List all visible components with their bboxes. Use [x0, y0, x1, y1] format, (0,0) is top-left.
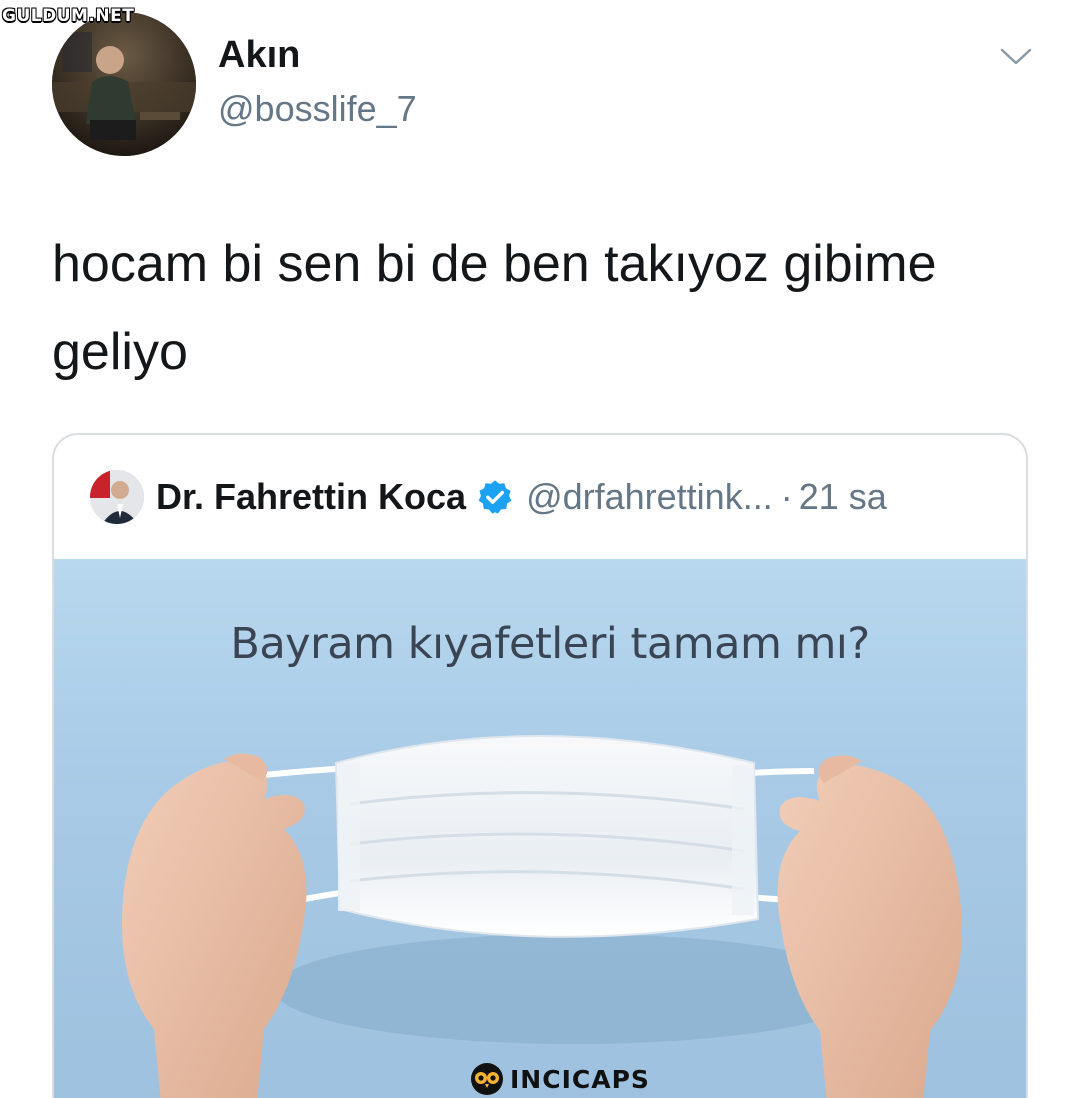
- image-caption: Bayram kıyafetleri tamam mı?: [230, 619, 870, 669]
- incicaps-label: INCICAPS: [510, 1064, 650, 1094]
- author-handle[interactable]: @bosslife_7: [218, 88, 417, 130]
- quoted-author-avatar[interactable]: [90, 470, 144, 524]
- quoted-avatar-photo: [90, 470, 144, 524]
- owl-icon: [471, 1063, 503, 1095]
- avatar-photo: [52, 12, 196, 156]
- incicaps-watermark: INCICAPS: [470, 1062, 650, 1096]
- site-watermark: GULDUM.NET: [2, 6, 135, 26]
- author-display-name[interactable]: Akın: [218, 34, 300, 77]
- quoted-tweet-timestamp[interactable]: 21 sa: [799, 476, 887, 518]
- quoted-tweet-header: Dr. Fahrettin Koca @drfahrettink... · 21…: [54, 435, 1026, 559]
- meta-separator: ·: [780, 476, 793, 517]
- author-avatar[interactable]: [52, 12, 196, 156]
- tweet-text: hocam bi sen bi de ben takıyoz gibime ge…: [52, 235, 937, 381]
- quoted-tweet-image[interactable]: Bayram kıyafetleri tamam mı?: [54, 559, 1026, 1098]
- quoted-author-name[interactable]: Dr. Fahrettin Koca: [156, 476, 466, 518]
- verified-badge-icon: [478, 480, 512, 514]
- chevron-down-icon[interactable]: [998, 44, 1034, 68]
- quoted-author-handle[interactable]: @drfahrettink...: [526, 476, 773, 518]
- quoted-tweet-card[interactable]: Dr. Fahrettin Koca @drfahrettink... · 21…: [52, 433, 1028, 1098]
